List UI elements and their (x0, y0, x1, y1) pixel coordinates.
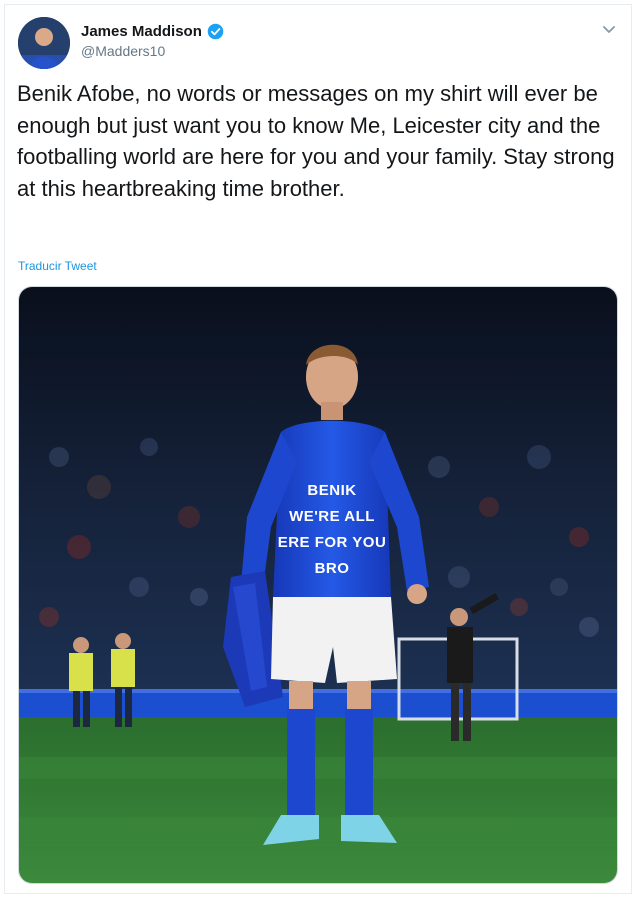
author-name[interactable]: James Maddison (81, 23, 202, 40)
shirt-message-line-4: BRO (315, 560, 350, 577)
avatar[interactable] (18, 17, 70, 69)
verified-icon (207, 23, 224, 40)
shirt-message-line-1: BENIK (307, 482, 356, 499)
shirt-message-line-3: ERE FOR YOU (278, 534, 387, 551)
photo-scene: BENIK WE'RE ALL ERE FOR YOU BRO (19, 287, 617, 883)
tweet-photo[interactable]: BENIK WE'RE ALL ERE FOR YOU BRO (18, 286, 618, 884)
translate-tweet-link[interactable]: Traducir Tweet (18, 259, 97, 273)
tweet-text: Benik Afobe, no words or messages on my … (17, 81, 615, 201)
shirt-message-line-2: WE'RE ALL (289, 508, 375, 525)
tweet-card: James Maddison @Madders10 Benik Afobe, n… (4, 4, 632, 894)
author-name-row: James Maddison (81, 23, 224, 40)
chevron-down-icon[interactable] (601, 21, 617, 37)
avatar-image (18, 17, 70, 69)
author-handle[interactable]: @Madders10 (81, 43, 165, 59)
ad-boards (19, 689, 617, 721)
pitch (19, 717, 617, 883)
